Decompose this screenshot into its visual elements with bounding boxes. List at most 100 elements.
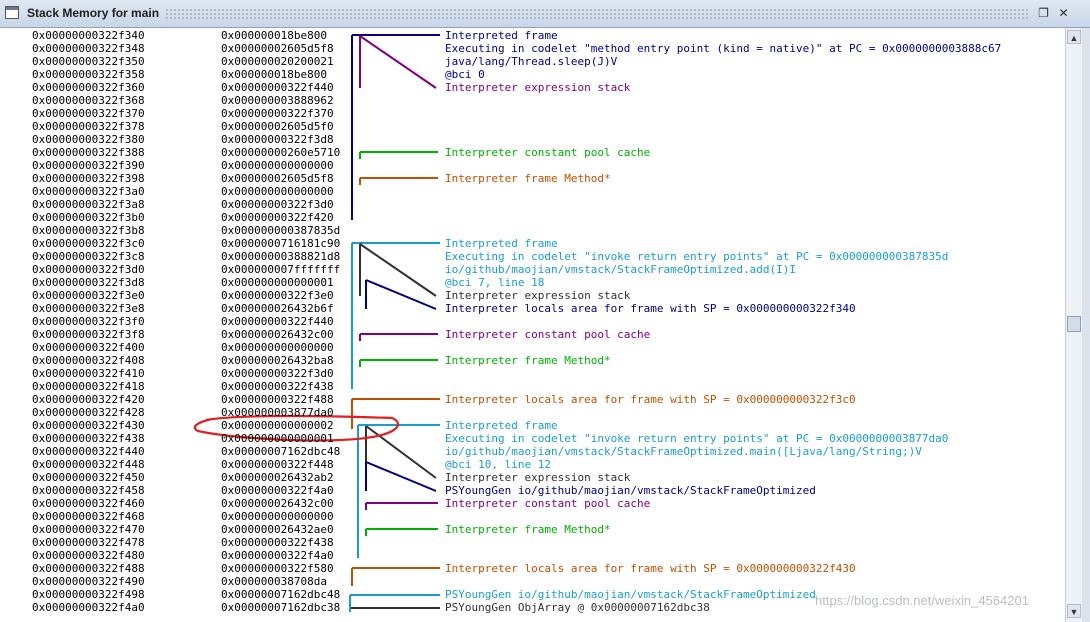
- frame-annotation: Interpreted frame: [445, 419, 558, 432]
- row-address: 0x00000000322f3a0: [32, 185, 145, 198]
- frame-annotation: Interpreter locals area for frame with S…: [445, 393, 856, 406]
- frame-annotation: PSYoungGen io/github/maojian/vmstack/Sta…: [445, 484, 816, 497]
- row-value: 0x000000000387835d: [221, 224, 341, 237]
- row-value: 0x0000000716181c90: [221, 237, 341, 250]
- row-value: 0x000000020200021: [221, 55, 334, 68]
- stack-memory-panel: 0x00000000322f340 0x000000018be800 0x00000…: [0, 28, 1065, 622]
- row-value: 0x00000000322f440: [221, 315, 334, 328]
- row-address: 0x00000000322f398: [32, 172, 145, 185]
- row-address: 0x00000000322f430: [32, 419, 145, 432]
- scrollbar-thumb[interactable]: [1067, 316, 1081, 332]
- row-value: 0x00000007162dbc38: [221, 601, 341, 614]
- frame-annotation: Executing in codelet "invoke return entr…: [445, 432, 949, 445]
- row-address: 0x00000000322f3d0: [32, 263, 145, 276]
- row-value: 0x000000007fffffff: [221, 263, 341, 276]
- row-address: 0x00000000322f368: [32, 94, 145, 107]
- row-address: 0x00000000322f448: [32, 458, 145, 471]
- window-border: [1082, 28, 1090, 622]
- frame-annotation: Interpreted frame: [445, 29, 558, 42]
- row-address: 0x00000000322f358: [32, 68, 145, 81]
- row-address: 0x00000000322f418: [32, 380, 145, 393]
- row-value: 0x00000000322f440: [221, 81, 334, 94]
- row-value: 0x000000000000000: [221, 159, 334, 172]
- expr-diagonal: [359, 243, 437, 297]
- row-address: 0x00000000322f3e8: [32, 302, 145, 315]
- frame-annotation: Interpreter locals area for frame with S…: [445, 562, 856, 575]
- row-value: 0x00000000322f370: [221, 107, 334, 120]
- frame-annotation: io/github/maojian/vmstack/StackFrameOpti…: [445, 263, 796, 276]
- row-address: 0x00000000322f470: [32, 523, 145, 536]
- row-value: 0x000000026432ba8: [221, 354, 334, 367]
- row-address: 0x00000000322f440: [32, 445, 145, 458]
- row-value: 0x000000026432c00: [221, 497, 334, 510]
- frame-annotation: Interpreter expression stack: [445, 471, 631, 484]
- locals-diagonal: [365, 461, 437, 492]
- vertical-scrollbar[interactable]: ▲ ▼: [1065, 28, 1082, 622]
- frame-annotation: Interpreter expression stack: [445, 289, 631, 302]
- restore-icon[interactable]: ❐: [1036, 6, 1051, 20]
- row-address: 0x00000000322f378: [32, 120, 145, 133]
- frame-annotation: Executing in codelet "invoke return entr…: [445, 250, 949, 263]
- close-icon[interactable]: ✕: [1056, 6, 1071, 20]
- frame-annotation: Interpreter frame Method*: [445, 172, 611, 185]
- row-value: 0x000000018be800: [221, 29, 327, 42]
- row-value: 0x00000000388821d8: [221, 250, 341, 263]
- frame-annotation: java/lang/Thread.sleep(J)V: [445, 55, 618, 68]
- frame-annotation: io/github/maojian/vmstack/StackFrameOpti…: [445, 445, 922, 458]
- row-address: 0x00000000322f408: [32, 354, 145, 367]
- row-address: 0x00000000322f488: [32, 562, 145, 575]
- frame-annotation: PSYoungGen io/github/maojian/vmstack/Sta…: [445, 588, 816, 601]
- row-address: 0x00000000322f3a8: [32, 198, 145, 211]
- row-value: 0x00000000260e5710: [221, 146, 341, 159]
- row-value: 0x000000026432b6f: [221, 302, 334, 315]
- row-address: 0x00000000322f4a0: [32, 601, 145, 614]
- frame-annotation: Interpreter expression stack: [445, 81, 631, 94]
- row-value: 0x000000000000000: [221, 341, 334, 354]
- row-value: 0x00000000322f420: [221, 211, 334, 224]
- frame-annotation: Executing in codelet "method entry point…: [445, 42, 1002, 55]
- row-address: 0x00000000322f3e0: [32, 289, 145, 302]
- window-titlebar[interactable]: Stack Memory for main ❐ ✕: [0, 0, 1090, 28]
- scroll-down-icon[interactable]: ▼: [1067, 604, 1081, 618]
- locals-diagonal: [365, 279, 437, 310]
- row-address: 0x00000000322f380: [32, 133, 145, 146]
- row-value: 0x00000007162dbc48: [221, 445, 341, 458]
- row-address: 0x00000000322f3b8: [32, 224, 145, 237]
- frame-annotation: Interpreted frame: [445, 237, 558, 250]
- row-address: 0x00000000322f410: [32, 367, 145, 380]
- row-address: 0x00000000322f3b0: [32, 211, 145, 224]
- row-value: 0x000000038708da: [221, 575, 327, 588]
- row-address: 0x00000000322f468: [32, 510, 145, 523]
- row-value: 0x00000002605d5f8: [221, 42, 334, 55]
- row-value: 0x000000026432ae0: [221, 523, 334, 536]
- row-value: 0x000000026432c00: [221, 328, 334, 341]
- row-address: 0x00000000322f340: [32, 29, 145, 42]
- row-address: 0x00000000322f3d8: [32, 276, 145, 289]
- row-value: 0x00000000322f3d0: [221, 367, 334, 380]
- row-address: 0x00000000322f348: [32, 42, 145, 55]
- row-address: 0x00000000322f450: [32, 471, 145, 484]
- row-value: 0x00000000322f438: [221, 536, 334, 549]
- row-value: 0x00000000322f3d0: [221, 198, 334, 211]
- row-address: 0x00000000322f390: [32, 159, 145, 172]
- row-value: 0x00000000322f4a0: [221, 484, 334, 497]
- row-value: 0x00000000322f488: [221, 393, 334, 406]
- row-address: 0x00000000322f3c0: [32, 237, 145, 250]
- row-address: 0x00000000322f460: [32, 497, 145, 510]
- frame-annotation: @bci 10, line 12: [445, 458, 551, 471]
- row-value: 0x00000000322f3d8: [221, 133, 334, 146]
- frame-annotation: Interpreter frame Method*: [445, 523, 611, 536]
- window-icon: [5, 6, 19, 19]
- row-address: 0x00000000322f400: [32, 341, 145, 354]
- row-value: 0x00000000322f438: [221, 380, 334, 393]
- row-value: 0x00000000322f4a0: [221, 549, 334, 562]
- row-value: 0x000000000000001: [221, 276, 334, 289]
- expr-diagonal: [359, 35, 437, 89]
- window-title: Stack Memory for main: [27, 6, 160, 20]
- scroll-up-icon[interactable]: ▲: [1067, 30, 1081, 44]
- row-address: 0x00000000322f480: [32, 549, 145, 562]
- row-value: 0x000000003888962: [221, 94, 334, 107]
- frame-annotation: Interpreter locals area for frame with S…: [445, 302, 856, 315]
- row-address: 0x00000000322f490: [32, 575, 145, 588]
- row-value: 0x00000000322f580: [221, 562, 334, 575]
